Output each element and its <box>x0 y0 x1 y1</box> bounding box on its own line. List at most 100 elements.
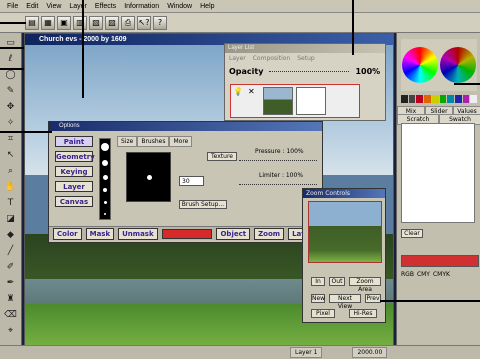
tab-size[interactable]: Size <box>117 136 138 147</box>
hi-res-button[interactable]: Hi-Res <box>349 309 377 318</box>
whats-this-icon[interactable]: ↖? <box>137 15 151 30</box>
paste-icon[interactable]: ▨ <box>105 15 119 30</box>
layer-visibility-icon[interactable]: 💡 <box>233 87 245 115</box>
options-tabs: Size Brushes More <box>117 136 193 147</box>
color-button[interactable]: Color <box>53 227 82 240</box>
menu-file[interactable]: File <box>6 3 19 10</box>
copy-icon[interactable]: ▧ <box>89 15 103 30</box>
next-view-button[interactable]: Next View <box>329 294 361 310</box>
fill-icon[interactable]: ◪ <box>3 212 19 226</box>
pointer-icon[interactable]: ↖ <box>3 148 19 162</box>
layer-row[interactable]: 💡 ✕ <box>230 84 360 118</box>
menu-window[interactable]: Window <box>166 3 193 10</box>
menu-layer[interactable]: Layer <box>68 3 88 10</box>
options-title: Options <box>49 122 322 131</box>
brush-preview <box>126 152 171 202</box>
object-button[interactable]: Object <box>216 227 251 240</box>
lasso-icon[interactable]: ℓ <box>3 52 19 66</box>
tab-more[interactable]: More <box>169 136 193 147</box>
options-bottom-bar: Color Mask Unmask Object Zoom Layers <box>49 226 322 240</box>
pixel-button[interactable]: Pixel <box>311 309 335 318</box>
move-icon[interactable]: ✥ <box>3 100 19 114</box>
line-icon[interactable]: ╱ <box>3 244 19 258</box>
zoom-preview[interactable] <box>308 201 382 263</box>
prev-view-button[interactable]: Prev <box>365 294 381 303</box>
callout-line <box>352 0 354 55</box>
layer-button[interactable]: Layer <box>55 181 93 192</box>
mode-cmy[interactable]: CMY <box>417 271 430 278</box>
callout-line <box>82 0 84 98</box>
zoom-out-button[interactable]: Out <box>329 277 345 286</box>
unmask-button[interactable]: Unmask <box>118 227 158 240</box>
menu-effects[interactable]: Effects <box>94 3 117 10</box>
save-as-icon[interactable]: ▥ <box>73 15 87 30</box>
opacity-slider[interactable] <box>269 70 350 73</box>
limiter-slider[interactable] <box>239 184 317 186</box>
text-icon[interactable]: T <box>3 196 19 210</box>
status-bar: Layer 1 2000.00 <box>0 345 480 359</box>
magnify-icon[interactable]: ⌕ <box>3 164 19 178</box>
stamp-icon[interactable]: ♜ <box>3 292 19 306</box>
callout-line <box>454 83 480 85</box>
layer-list-menu-composition[interactable]: Composition <box>253 55 290 62</box>
color-hexagon-right[interactable] <box>440 47 476 83</box>
zoom-area-button[interactable]: Zoom Area <box>349 277 381 293</box>
menu-help[interactable]: Help <box>199 3 215 10</box>
tab-brushes[interactable]: Brushes <box>137 136 170 147</box>
menu-view[interactable]: View <box>45 3 62 10</box>
eraser-icon[interactable]: ⌫ <box>3 308 19 322</box>
new-view-button[interactable]: New <box>311 294 325 303</box>
callout-line <box>0 22 26 24</box>
geometry-button[interactable]: Geometry <box>55 151 95 162</box>
layer-list-menu: Layer Composition Setup <box>225 53 385 64</box>
mask-button[interactable]: Mask <box>85 227 115 240</box>
callout-line <box>0 68 24 70</box>
ellipse-select-icon[interactable]: ◯ <box>3 68 19 82</box>
airbrush-icon[interactable]: ✒ <box>3 276 19 290</box>
brush-icon[interactable]: ✐ <box>3 260 19 274</box>
keying-button[interactable]: Keying <box>55 166 93 177</box>
size-input[interactable]: 30 <box>179 176 204 186</box>
mode-rgb[interactable]: RGB <box>401 271 414 278</box>
status-size: 2000.00 <box>352 347 388 358</box>
callout-line <box>0 131 52 133</box>
canvas-button[interactable]: Canvas <box>55 196 93 207</box>
pen-select-icon[interactable]: ✎ <box>3 84 19 98</box>
color-mode-row: RGB CMY CMYK <box>401 271 480 278</box>
clear-button[interactable]: Clear <box>401 229 423 238</box>
transform-icon[interactable]: ✧ <box>3 116 19 130</box>
menu-edit[interactable]: Edit <box>25 3 39 10</box>
zoom-button[interactable]: Zoom <box>254 227 285 240</box>
texture-button[interactable]: Texture <box>207 152 237 161</box>
layer-list-menu-setup[interactable]: Setup <box>297 55 314 62</box>
opacity-row: Opacity 100% <box>225 64 385 79</box>
current-color-bar[interactable] <box>401 255 479 267</box>
zoom-in-button[interactable]: In <box>311 277 325 286</box>
hand-icon[interactable]: ✋ <box>3 180 19 194</box>
save-icon[interactable]: ▣ <box>57 15 71 30</box>
menu-information[interactable]: Information <box>123 3 160 10</box>
print-icon[interactable]: ⎙ <box>121 15 135 30</box>
shape-icon[interactable]: ◆ <box>3 228 19 242</box>
pressure-slider[interactable] <box>239 160 317 162</box>
crop-icon[interactable]: ⌗ <box>3 132 19 146</box>
brush-size-dots[interactable] <box>99 138 111 220</box>
brush-setup-button[interactable]: Brush Setup... <box>179 200 227 209</box>
paint-button[interactable]: Paint <box>55 136 93 147</box>
zoom-controls-panel: Zoom Controls In Out Zoom Area New Next … <box>302 188 386 323</box>
scratch-area[interactable] <box>401 123 475 223</box>
pressure-label: Pressure : 100% <box>255 148 304 155</box>
color-panel: Mix Slider Values Scratch Swatch Clear R… <box>396 33 480 351</box>
app-window: File Edit View Layer Effects Information… <box>0 0 480 359</box>
help-icon[interactable]: ? <box>153 15 167 30</box>
color-hexagon-left[interactable] <box>402 47 438 83</box>
layer-list-menu-layer[interactable]: Layer <box>229 55 246 62</box>
limiter-label: Limiter : 100% <box>259 172 304 179</box>
open-icon[interactable]: ▤ <box>25 15 39 30</box>
eyedropper-icon[interactable]: ⌖ <box>3 324 19 338</box>
mode-cmyk[interactable]: CMYK <box>433 271 450 278</box>
layer-lock-icon[interactable]: ✕ <box>248 87 260 115</box>
paint-color-swatch[interactable] <box>161 228 213 239</box>
swatch-row[interactable] <box>401 95 478 103</box>
open-folder-icon[interactable]: ▦ <box>41 15 55 30</box>
